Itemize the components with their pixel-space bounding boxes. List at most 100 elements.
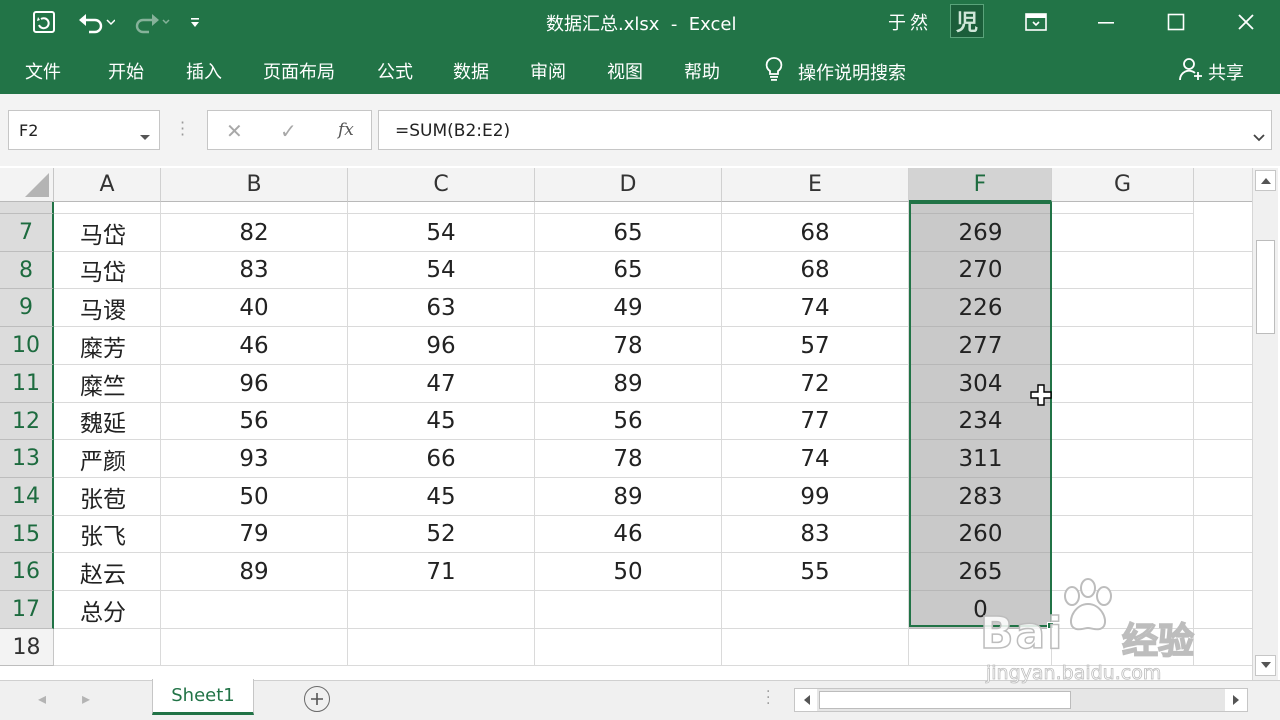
add-sheet-icon[interactable] <box>304 686 330 712</box>
row-header[interactable]: 11 <box>0 365 54 403</box>
table-cell[interactable]: 283 <box>909 478 1052 516</box>
table-cell[interactable]: 99 <box>722 478 909 516</box>
table-cell[interactable]: 82 <box>161 214 348 252</box>
table-cell[interactable] <box>1052 252 1194 289</box>
tab-view[interactable]: 视图 <box>607 58 643 84</box>
table-cell[interactable] <box>1052 365 1194 403</box>
tab-home[interactable]: 开始 <box>108 58 144 84</box>
table-cell[interactable] <box>348 591 535 629</box>
table-cell[interactable]: 83 <box>161 252 348 289</box>
row-header[interactable]: 10 <box>0 327 54 365</box>
table-cell[interactable]: 65 <box>535 214 722 252</box>
table-cell[interactable]: 74 <box>722 440 909 478</box>
table-cell[interactable] <box>1194 327 1252 365</box>
row-header[interactable]: 16 <box>0 553 54 591</box>
table-cell[interactable] <box>1194 252 1252 289</box>
row-header[interactable]: 14 <box>0 478 54 516</box>
table-cell[interactable]: 74 <box>722 289 909 327</box>
table-cell[interactable]: 56 <box>161 403 348 440</box>
horizontal-scroll-thumb[interactable] <box>819 691 1071 709</box>
table-cell[interactable] <box>1194 629 1252 666</box>
sheet-tab-sheet1[interactable]: Sheet1 <box>152 679 254 715</box>
table-cell[interactable] <box>1194 289 1252 327</box>
row-header[interactable]: 13 <box>0 440 54 478</box>
tell-me-search[interactable]: 操作说明搜索 <box>764 56 906 87</box>
table-cell[interactable] <box>161 629 348 666</box>
table-cell[interactable]: 46 <box>535 516 722 553</box>
table-cell[interactable]: 55 <box>722 553 909 591</box>
table-cell[interactable] <box>1194 214 1252 252</box>
table-cell[interactable]: 魏延 <box>54 403 161 440</box>
user-name[interactable]: 于然 <box>888 9 932 35</box>
tab-file[interactable]: 文件 <box>25 58 61 84</box>
minimize-button[interactable] <box>1078 0 1134 44</box>
redo-button[interactable] <box>128 6 174 38</box>
vertical-scroll-thumb[interactable] <box>1256 240 1275 334</box>
name-box[interactable]: F2 <box>8 110 160 150</box>
table-cell[interactable]: 78 <box>535 440 722 478</box>
table-cell[interactable]: 54 <box>348 252 535 289</box>
table-cell[interactable]: 226 <box>909 289 1052 327</box>
table-cell[interactable]: 50 <box>161 478 348 516</box>
table-cell[interactable] <box>1194 403 1252 440</box>
table-cell[interactable]: 0 <box>909 591 1052 629</box>
table-cell[interactable]: 65 <box>535 252 722 289</box>
table-cell[interactable]: 马谡 <box>54 289 161 327</box>
column-header-f[interactable]: F <box>909 168 1052 202</box>
table-cell[interactable] <box>1052 214 1194 252</box>
cancel-icon[interactable]: ✕ <box>226 119 243 143</box>
expand-formula-bar-icon[interactable] <box>1253 127 1265 146</box>
row-header[interactable]: 17 <box>0 591 54 629</box>
table-cell[interactable] <box>1052 403 1194 440</box>
table-cell[interactable] <box>909 629 1052 666</box>
table-cell[interactable]: 72 <box>722 365 909 403</box>
table-cell[interactable] <box>161 591 348 629</box>
scroll-left-icon[interactable] <box>795 689 817 711</box>
table-cell[interactable] <box>1052 327 1194 365</box>
table-cell[interactable]: 52 <box>348 516 535 553</box>
table-cell[interactable]: 糜竺 <box>54 365 161 403</box>
select-all-corner[interactable] <box>0 168 54 202</box>
row-header[interactable]: 7 <box>0 214 54 252</box>
table-cell[interactable]: 40 <box>161 289 348 327</box>
column-header-g[interactable]: G <box>1052 168 1194 202</box>
tab-splitter-handle[interactable]: · · · <box>766 685 770 711</box>
row-header[interactable]: 9 <box>0 289 54 327</box>
avatar[interactable]: 児 <box>950 4 984 38</box>
table-cell[interactable]: 45 <box>348 403 535 440</box>
row-header[interactable]: 18 <box>0 629 54 666</box>
table-cell[interactable] <box>1052 591 1194 629</box>
formula-input[interactable]: =SUM(B2:E2) <box>378 110 1272 150</box>
table-cell[interactable]: 张苞 <box>54 478 161 516</box>
table-cell[interactable]: 270 <box>909 252 1052 289</box>
table-cell[interactable]: 总分 <box>54 591 161 629</box>
table-cell[interactable]: 马岱 <box>54 252 161 289</box>
table-cell[interactable]: 269 <box>909 214 1052 252</box>
table-cell[interactable] <box>1194 553 1252 591</box>
table-cell[interactable]: 77 <box>722 403 909 440</box>
table-cell[interactable]: 66 <box>348 440 535 478</box>
tab-insert[interactable]: 插入 <box>186 58 222 84</box>
table-cell[interactable] <box>1052 629 1194 666</box>
horizontal-scrollbar[interactable] <box>794 688 1248 712</box>
table-cell[interactable]: 68 <box>722 252 909 289</box>
table-cell[interactable]: 311 <box>909 440 1052 478</box>
table-cell[interactable]: 260 <box>909 516 1052 553</box>
table-cell[interactable]: 张飞 <box>54 516 161 553</box>
column-header-a[interactable]: A <box>54 168 161 202</box>
table-cell[interactable] <box>348 202 535 214</box>
tab-formulas[interactable]: 公式 <box>377 58 413 84</box>
customize-qat-icon[interactable] <box>184 6 206 38</box>
table-cell[interactable] <box>1194 440 1252 478</box>
table-cell[interactable]: 79 <box>161 516 348 553</box>
table-cell[interactable] <box>535 591 722 629</box>
table-cell[interactable] <box>722 202 909 214</box>
row-header[interactable] <box>0 202 54 214</box>
table-cell[interactable]: 56 <box>535 403 722 440</box>
table-cell[interactable]: 糜芳 <box>54 327 161 365</box>
table-cell[interactable] <box>722 591 909 629</box>
row-header[interactable]: 15 <box>0 516 54 553</box>
next-sheet-icon[interactable]: ▸ <box>82 689 90 708</box>
table-cell[interactable] <box>909 202 1052 214</box>
table-cell[interactable] <box>722 629 909 666</box>
